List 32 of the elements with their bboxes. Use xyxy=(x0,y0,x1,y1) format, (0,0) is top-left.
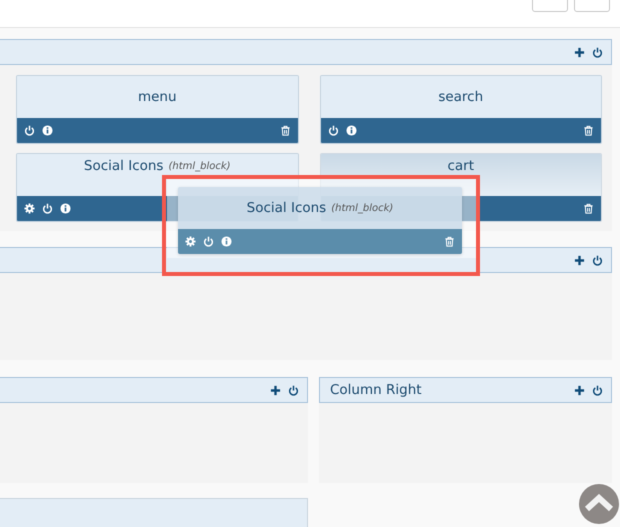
block-type: (html_block) xyxy=(168,160,231,174)
info-icon[interactable] xyxy=(60,203,71,214)
block-card[interactable]: search xyxy=(320,75,602,144)
plus-icon[interactable] xyxy=(574,384,585,396)
power-icon[interactable] xyxy=(42,203,53,214)
block-title: search xyxy=(438,89,484,105)
block-title: Social Icons xyxy=(84,159,164,174)
trash-icon[interactable] xyxy=(280,125,290,136)
block-title: cart xyxy=(447,159,474,174)
power-icon[interactable] xyxy=(203,236,214,247)
power-icon[interactable] xyxy=(288,384,299,396)
settings-icon[interactable] xyxy=(24,203,35,214)
settings-icon[interactable] xyxy=(185,236,196,247)
power-icon[interactable] xyxy=(24,125,35,136)
block-type: (html_block) xyxy=(331,202,394,214)
power-icon[interactable] xyxy=(592,254,603,266)
trash-icon[interactable] xyxy=(583,125,594,136)
plus-icon[interactable] xyxy=(574,46,585,58)
block-title: menu xyxy=(138,89,177,105)
plus-icon[interactable] xyxy=(574,254,585,266)
block-card[interactable]: menu xyxy=(16,75,298,144)
info-icon[interactable] xyxy=(221,236,232,247)
trash-icon[interactable] xyxy=(583,203,594,214)
column-title: Column Right xyxy=(330,382,422,398)
trash-icon[interactable] xyxy=(444,236,455,247)
plus-icon[interactable] xyxy=(270,384,281,396)
power-icon[interactable] xyxy=(592,46,603,58)
info-icon[interactable] xyxy=(346,125,356,136)
power-icon[interactable] xyxy=(592,384,603,396)
info-icon[interactable] xyxy=(42,125,53,136)
scroll-top-button[interactable] xyxy=(579,484,619,524)
power-icon[interactable] xyxy=(328,125,338,136)
